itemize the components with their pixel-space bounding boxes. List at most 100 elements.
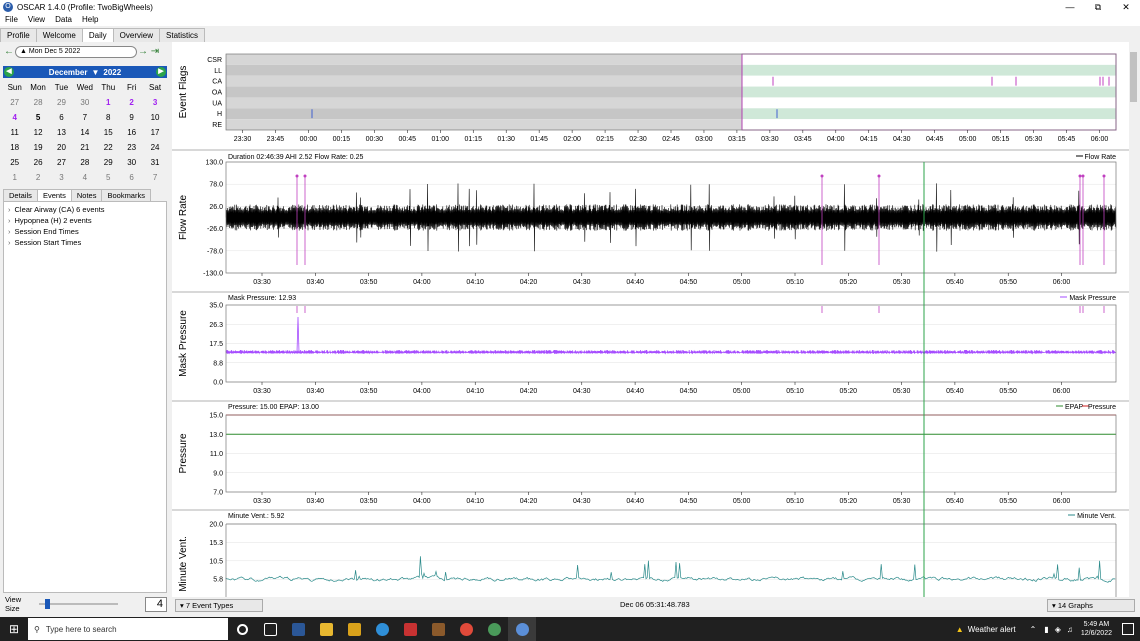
app-icon-photo[interactable] [424,617,452,641]
calendar-day[interactable]: 28 [73,155,96,170]
scrollbar-thumb[interactable] [1130,52,1137,102]
tab-notes[interactable]: Notes [70,189,103,201]
calendar-day[interactable]: 25 [3,155,26,170]
calendar-day[interactable]: 30 [73,95,96,110]
expand-chevron-icon[interactable]: › [8,205,11,214]
chrome-profile-icon[interactable] [480,617,508,641]
month-dropdown-icon[interactable]: ▼ [91,68,99,77]
calendar-day[interactable]: 3 [143,95,166,110]
close-icon[interactable]: ✕ [1112,0,1140,14]
tray-chevron-icon[interactable]: ⌃ [1030,625,1037,634]
date-picker[interactable]: ▲ Mon Dec 5 2022 [15,45,137,58]
graph-scrollbar[interactable] [1129,42,1138,597]
event-item-clear-airway[interactable]: › Clear Airway (CA) 6 events [4,204,166,215]
event-item-session-end[interactable]: › Session End Times [4,226,166,237]
calendar-day[interactable]: 11 [3,125,26,140]
calendar-day[interactable]: 12 [26,125,49,140]
next-day-arrow-icon[interactable]: → [137,46,149,57]
weather-alert[interactable]: Weather alert [968,625,1016,634]
calendar-day[interactable]: 18 [3,140,26,155]
event-item-hypopnea[interactable]: › Hypopnea (H) 2 events [4,215,166,226]
calendar-day[interactable]: 13 [50,125,73,140]
tab-daily[interactable]: Daily [81,28,114,42]
task-view-icon[interactable] [256,617,284,641]
warning-icon[interactable]: ▲ [956,625,964,634]
tab-statistics[interactable]: Statistics [159,28,206,42]
calendar-day[interactable]: 7 [143,170,166,185]
calendar-day[interactable]: 20 [50,140,73,155]
calendar-day[interactable]: 10 [143,110,166,125]
menu-data[interactable]: Data [50,14,77,26]
calendar-day[interactable]: 30 [120,155,143,170]
view-size-slider[interactable] [39,599,118,609]
app-icon-yellow[interactable] [340,617,368,641]
windows-start-icon[interactable]: ⊞ [0,622,28,636]
prev-day-arrow-icon[interactable]: ← [3,46,15,57]
calendar-day[interactable]: 1 [97,95,120,110]
event-item-session-start[interactable]: › Session Start Times [4,237,166,248]
tab-overview[interactable]: Overview [112,28,161,42]
battery-icon[interactable]: ▮ [1044,625,1048,634]
calendar-day[interactable]: 9 [120,110,143,125]
calendar-day[interactable]: 14 [73,125,96,140]
last-day-arrow-icon[interactable]: ⇥ [149,46,161,57]
calendar-day[interactable]: 3 [50,170,73,185]
menu-file[interactable]: File [0,14,23,26]
calendar-day[interactable]: 17 [143,125,166,140]
volume-icon[interactable]: ♫ [1067,625,1073,634]
calendar-day[interactable]: 24 [143,140,166,155]
calendar-day[interactable]: 16 [120,125,143,140]
calendar-day[interactable]: 15 [97,125,120,140]
calendar-day[interactable]: 5 [26,110,49,125]
tab-welcome[interactable]: Welcome [35,28,83,42]
calendar-day[interactable]: 31 [143,155,166,170]
calendar-day[interactable]: 21 [73,140,96,155]
calendar-day[interactable]: 2 [26,170,49,185]
graphs-svg[interactable]: Event Flags CSR LL CA OA UA H RE 23:30 23:45 00:00… [172,42,1138,597]
graphs-dropdown[interactable]: ▾ 14 Graphs [1047,599,1135,612]
menu-view[interactable]: View [23,14,50,26]
view-size-input[interactable]: 4 [144,596,167,612]
next-month-icon[interactable]: ▶ [156,67,166,77]
calendar-day[interactable]: 27 [3,95,26,110]
calendar-day[interactable]: 22 [97,140,120,155]
calendar-day[interactable]: 4 [3,110,26,125]
minimize-icon[interactable]: — [1056,0,1084,14]
slider-thumb[interactable] [45,599,51,609]
calendar-month[interactable]: December [49,68,88,77]
expand-chevron-icon[interactable]: › [8,227,11,236]
tab-profile[interactable]: Profile [0,28,37,42]
word-icon[interactable] [284,617,312,641]
edge-icon[interactable] [368,617,396,641]
expand-chevron-icon[interactable]: › [8,238,11,247]
menu-help[interactable]: Help [77,14,103,26]
calendar-day[interactable]: 23 [120,140,143,155]
calendar-day[interactable]: 4 [73,170,96,185]
calendar-year[interactable]: 2022 [103,68,121,77]
calendar-day[interactable]: 27 [50,155,73,170]
graph-area[interactable]: Event Flags CSR LL CA OA UA H RE 23:30 23:45 00:00… [172,42,1138,597]
restore-icon[interactable]: ⧉ [1084,0,1112,14]
calendar-day[interactable]: 6 [120,170,143,185]
oscar-taskbar-icon[interactable] [508,617,536,641]
taskbar-clock[interactable]: 5:49 AM 12/6/2022 [1081,620,1112,638]
cortana-icon[interactable] [228,617,256,641]
chrome-icon[interactable] [452,617,480,641]
calendar-day[interactable]: 6 [50,110,73,125]
calendar-day[interactable]: 19 [26,140,49,155]
calendar-day[interactable]: 29 [97,155,120,170]
calendar-day[interactable]: 7 [73,110,96,125]
taskbar-search[interactable]: ⚲ Type here to search [28,618,228,640]
calendar-day[interactable]: 1 [3,170,26,185]
prev-month-icon[interactable]: ◀ [4,67,14,77]
calendar-day[interactable]: 29 [50,95,73,110]
notification-icon[interactable] [1122,623,1134,635]
calendar-day[interactable]: 28 [26,95,49,110]
calendar-day[interactable]: 5 [97,170,120,185]
tab-events[interactable]: Events [36,189,72,201]
calendar-day[interactable]: 26 [26,155,49,170]
wifi-icon[interactable]: ◈ [1055,625,1061,634]
event-types-dropdown[interactable]: ▾ 7 Event Types [175,599,263,612]
tab-details[interactable]: Details [3,189,38,201]
app-icon-red[interactable] [396,617,424,641]
